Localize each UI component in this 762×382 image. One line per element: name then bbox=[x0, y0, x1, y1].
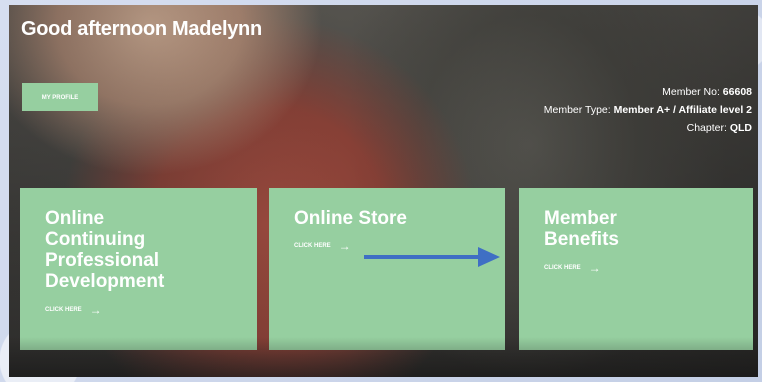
tile-title: Online Continuing Professional Developme… bbox=[45, 208, 164, 292]
tile-title-line: Online bbox=[45, 208, 105, 229]
click-here-link[interactable]: CLICK HERE → bbox=[294, 240, 351, 252]
tile-title: Online Store bbox=[294, 208, 407, 229]
tile-member-benefits[interactable]: Member Benefits CLICK HERE → bbox=[519, 188, 753, 350]
member-type-row: Member Type: Member A+ / Affiliate level… bbox=[544, 101, 752, 119]
tile-title-line: Professional bbox=[45, 250, 160, 271]
tile-title-line: Continuing bbox=[45, 229, 146, 250]
member-number-label: Member No: bbox=[662, 86, 720, 98]
hero-banner: Good afternoon Madelynn MY PROFILE Membe… bbox=[9, 5, 758, 377]
member-number-value: 66608 bbox=[722, 86, 752, 98]
click-here-link[interactable]: CLICK HERE → bbox=[45, 304, 102, 316]
tile-title-line: Benefits bbox=[544, 229, 619, 250]
arrow-right-icon: → bbox=[338, 239, 351, 253]
member-type-value: Member A+ / Affiliate level 2 bbox=[613, 104, 752, 116]
chapter-row: Chapter: QLD bbox=[544, 119, 752, 137]
chapter-label: Chapter: bbox=[686, 122, 727, 134]
click-here-label: CLICK HERE bbox=[45, 307, 82, 313]
tile-title-line: Development bbox=[45, 271, 165, 292]
tile-title-line: Member bbox=[544, 208, 617, 229]
greeting-heading: Good afternoon Madelynn bbox=[21, 18, 262, 40]
member-info: Member No: 66608 Member Type: Member A+ … bbox=[544, 83, 752, 137]
arrow-right-icon: → bbox=[588, 261, 601, 275]
click-here-label: CLICK HERE bbox=[544, 265, 581, 271]
tile-title: Member Benefits bbox=[544, 208, 619, 250]
member-type-label: Member Type: bbox=[543, 104, 611, 116]
annotation-arrow-icon bbox=[364, 247, 500, 267]
chapter-value: QLD bbox=[729, 122, 752, 134]
tile-online-cpd[interactable]: Online Continuing Professional Developme… bbox=[20, 188, 257, 350]
member-number-row: Member No: 66608 bbox=[544, 83, 752, 101]
click-here-link[interactable]: CLICK HERE → bbox=[544, 262, 601, 274]
my-profile-button[interactable]: MY PROFILE bbox=[22, 83, 98, 111]
click-here-label: CLICK HERE bbox=[294, 243, 331, 249]
arrow-right-icon: → bbox=[89, 303, 102, 317]
tile-title-line: Online Store bbox=[294, 208, 407, 229]
tile-online-store[interactable]: Online Store CLICK HERE → bbox=[269, 188, 505, 350]
